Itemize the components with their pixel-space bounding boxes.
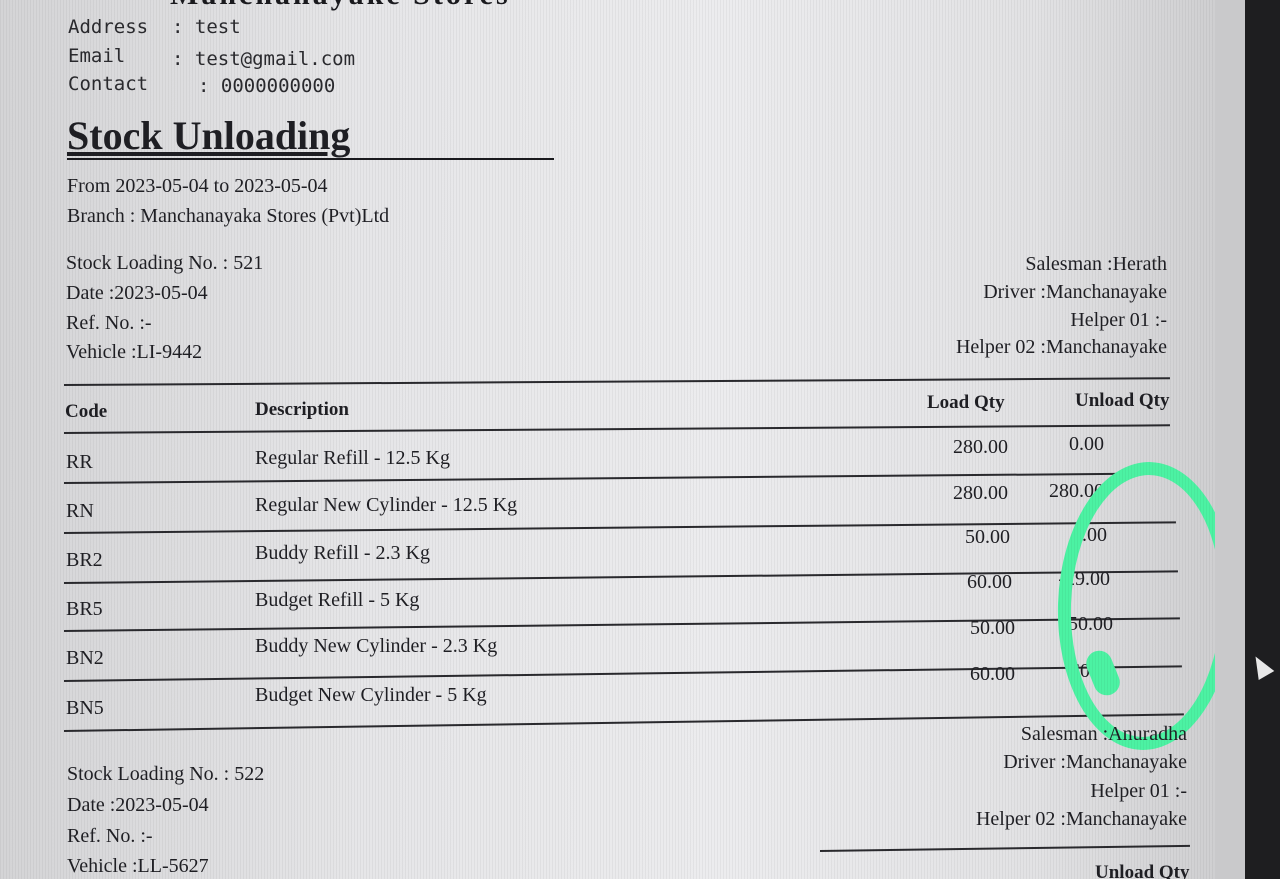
header-bottom-rule (63, 424, 1170, 434)
contact-label: Contact (68, 73, 149, 95)
mouse-pointer-icon (1247, 651, 1275, 681)
row-code: RR (66, 451, 93, 473)
loading-salesman: Salesman :Herath (1025, 253, 1167, 275)
row-description: Buddy Refill - 2.3 Kg (255, 542, 430, 564)
row-load-qty: 280.00 (953, 436, 1008, 458)
address-label: Address (68, 16, 149, 38)
row-description: Budget Refill - 5 Kg (255, 589, 420, 611)
loading-vehicle: Vehicle :LI-9442 (66, 341, 203, 363)
loading-driver: Driver :Manchanayake (983, 281, 1167, 303)
row-load-qty: 60.00 (967, 571, 1012, 593)
row-description: Regular Refill - 12.5 Kg (255, 447, 450, 469)
store-name-cropped: Manchanayake Stores (170, 0, 511, 12)
table-bottom-rule (63, 713, 1184, 732)
row-code: RN (66, 500, 94, 522)
row-unload-qty: 0.00 (1069, 433, 1104, 455)
loading-ref: Ref. No. :- (66, 312, 152, 334)
loading-helper-1: Helper 01 :- (1070, 309, 1167, 331)
loading-2-salesman: Salesman :Anuradha (1020, 723, 1187, 745)
contact-value: : 0000000000 (198, 75, 336, 97)
report-title: Stock Unloading (67, 113, 351, 158)
loading-2-date: Date :2023-05-04 (67, 794, 209, 816)
loading-2-number: Stock Loading No. : 522 (67, 763, 265, 785)
header-load-qty: Load Qty (927, 392, 1005, 413)
printed-report-page: Manchanayake Stores Address : test Email… (0, 0, 1215, 879)
branch-line: Branch : Manchanayaka Stores (Pvt)Ltd (67, 205, 390, 227)
date-range: From 2023-05-04 to 2023-05-04 (67, 175, 328, 197)
loading-2-driver: Driver :Manchanayake (1003, 751, 1187, 773)
table-top-rule (63, 377, 1170, 386)
title-underline (67, 158, 554, 160)
row-load-qty: 60.00 (970, 663, 1015, 685)
table-2-header-unload-qty: Unload Qty (1095, 862, 1190, 879)
row-description: Buddy New Cylinder - 2.3 Kg (255, 635, 498, 657)
monitor-bezel-edge (1215, 0, 1245, 879)
row-code: BR5 (66, 598, 103, 620)
loading-date: Date :2023-05-04 (66, 282, 208, 304)
row-load-qty: 50.00 (970, 617, 1015, 639)
row-code: BN2 (66, 647, 104, 669)
loading-2-helper-1: Helper 01 :- (1090, 780, 1187, 802)
email-value: : test@gmail.com (172, 48, 356, 70)
loading-2-vehicle: Vehicle :LL-5627 (67, 855, 209, 877)
header-description: Description (255, 399, 349, 420)
highlight-circle-annotation (1053, 459, 1215, 753)
loading-helper-2: Helper 02 :Manchanayake (955, 336, 1167, 358)
email-label: Email (68, 45, 126, 67)
table-2-top-rule (819, 844, 1190, 852)
loading-2-ref: Ref. No. :- (67, 825, 153, 847)
row-code: BN5 (66, 697, 104, 719)
row-description: Budget New Cylinder - 5 Kg (255, 684, 487, 706)
row-code: BR2 (66, 549, 103, 571)
row-description: Regular New Cylinder - 12.5 Kg (255, 494, 518, 516)
header-unload-qty: Unload Qty (1075, 390, 1170, 411)
address-value: : test (172, 16, 241, 38)
loading-number: Stock Loading No. : 521 (66, 252, 264, 274)
loading-2-helper-2: Helper 02 :Manchanayake (975, 808, 1187, 830)
header-code: Code (65, 401, 108, 422)
row-load-qty: 50.00 (965, 526, 1010, 548)
row-load-qty: 280.00 (953, 482, 1008, 504)
